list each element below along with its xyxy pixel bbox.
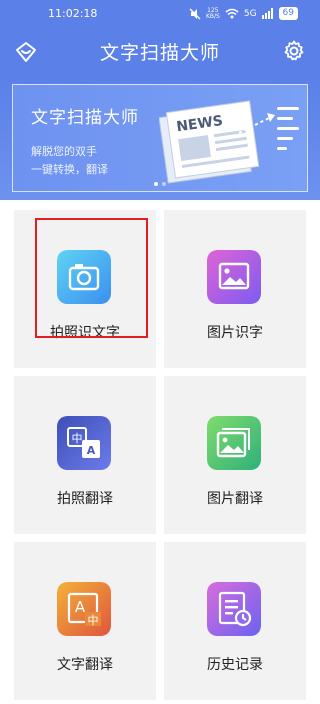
net-speed: 125 KB/S (205, 7, 220, 20)
translate-icon: 中 A (57, 416, 111, 470)
svg-text:中: 中 (72, 432, 83, 445)
promo-banner[interactable]: 文字扫描大师 解脱您的双手 一键转换，翻译 NEWS (12, 84, 308, 192)
feature-text-translate[interactable]: A 中 文字翻译 (14, 542, 156, 700)
status-time: 11:02:18 (48, 7, 98, 20)
battery-indicator: 69 (278, 7, 298, 20)
feature-label: 图片翻译 (207, 491, 263, 507)
feature-label: 拍照识文字 (50, 325, 120, 341)
image-icon (207, 250, 261, 304)
net-speed-unit: KB/S (205, 12, 220, 20)
page-title: 文字扫描大师 (99, 42, 220, 64)
gear-icon[interactable] (282, 39, 306, 63)
feature-history[interactable]: 历史记录 (164, 542, 306, 700)
status-bar: 11:02:18 125 KB/S 5G 69 (0, 0, 320, 28)
newspaper-icon: NEWS (159, 100, 299, 184)
network-type: 5G (243, 8, 257, 19)
svg-text:A: A (87, 444, 96, 457)
svg-text:中: 中 (88, 614, 99, 627)
pager-dot-active[interactable] (154, 182, 158, 186)
banner-area: 文字扫描大师 解脱您的双手 一键转换，翻译 NEWS (0, 76, 320, 200)
mute-icon (189, 8, 201, 19)
feature-label: 历史记录 (207, 657, 263, 673)
app-header: 文字扫描大师 (0, 28, 320, 76)
feature-label: 图片识字 (207, 325, 263, 341)
feature-grid: 拍照识文字 图片识字 中 A 拍照翻译 图片翻译 A 中 文字翻译 历史记录 (0, 200, 320, 704)
history-icon (207, 582, 261, 636)
feature-label: 文字翻译 (57, 657, 113, 673)
feature-image-ocr[interactable]: 图片识字 (164, 210, 306, 368)
wifi-icon (225, 8, 239, 19)
banner-pager (13, 182, 307, 186)
feature-photo-translate[interactable]: 中 A 拍照翻译 (14, 376, 156, 534)
gallery-icon (207, 416, 261, 470)
text-translate-icon: A 中 (57, 582, 111, 636)
banner-title: 文字扫描大师 (31, 108, 139, 128)
status-icons: 125 KB/S 5G 69 (189, 7, 298, 20)
banner-subtitle-1: 解脱您的双手 (31, 145, 97, 158)
pager-dot[interactable] (162, 182, 166, 186)
svg-text:A: A (75, 598, 86, 616)
feature-photo-ocr[interactable]: 拍照识文字 (14, 210, 156, 368)
feature-image-translate[interactable]: 图片翻译 (164, 376, 306, 534)
banner-subtitle-2: 一键转换，翻译 (31, 163, 108, 176)
camera-icon (57, 250, 111, 304)
signal-icon (261, 8, 273, 19)
feature-label: 拍照翻译 (57, 491, 113, 507)
